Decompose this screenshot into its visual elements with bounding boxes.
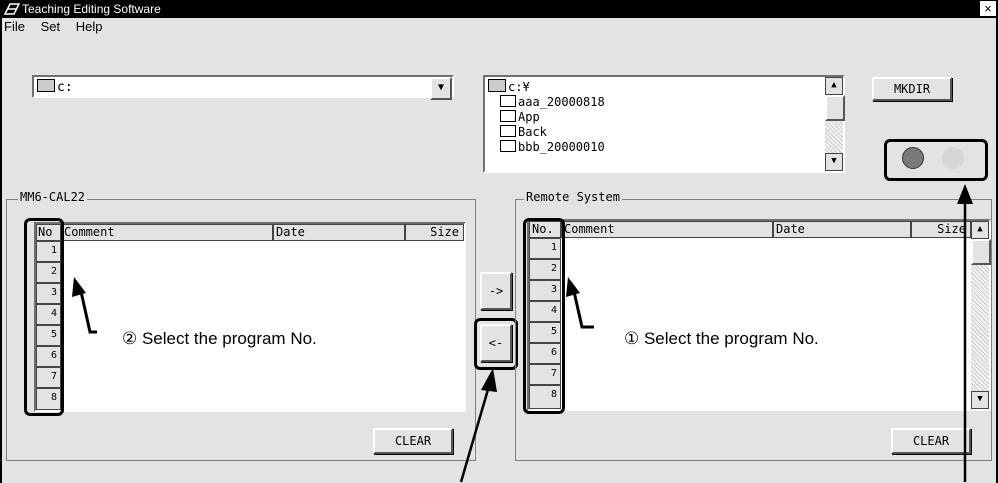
folder-icon [500,125,516,137]
col-header-comment[interactable]: Comment [61,224,273,241]
close-button[interactable]: × [980,1,996,16]
pointer-arrow-icon [566,277,594,329]
dir-scrollbar[interactable]: ▲ ▼ [825,77,845,171]
menu-bar: File Set Help [4,19,114,37]
folder-icon [500,95,516,107]
col-header-comment[interactable]: Comment [561,221,773,238]
dir-item[interactable]: aaa_20000818 [488,95,605,110]
indicator-callout [884,139,988,181]
dropdown-arrow-icon[interactable]: ▼ [430,77,452,100]
annotation-arrow-icon [957,184,973,482]
menu-file[interactable]: File [4,19,25,34]
folder-icon [500,110,516,122]
title-bar: Teaching Editing Software × [0,0,998,18]
col-header-date[interactable]: Date [773,221,911,238]
status-led-2 [942,147,964,169]
instruction-select-local: ② Select the program No. [122,329,317,348]
col-header-size[interactable]: Size [405,224,464,241]
drive-icon [488,79,506,92]
menu-help[interactable]: Help [76,19,103,34]
mkdir-button[interactable]: MKDIR [872,77,952,101]
drive-icon [37,79,55,92]
scroll-thumb[interactable] [825,95,845,121]
dir-item[interactable]: bbb_20000010 [488,140,605,155]
scroll-up-icon[interactable]: ▲ [825,77,843,95]
app-icon [4,3,20,15]
transfer-to-local-button[interactable]: <- [480,324,512,362]
clear-local-button[interactable]: CLEAR [373,428,453,454]
drive-select[interactable]: c: ▼ [32,75,454,100]
local-group-title: MM6-CAL22 [18,190,88,204]
col-header-date[interactable]: Date [273,224,405,241]
menu-set[interactable]: Set [41,19,61,34]
window-title: Teaching Editing Software [22,2,161,16]
scroll-down-icon[interactable]: ▼ [825,153,843,171]
pointer-arrow-icon [72,277,97,334]
no-column-callout-left [24,218,64,416]
dir-item-root[interactable]: c:¥ [488,79,605,95]
dir-item[interactable]: App [488,110,605,125]
directory-list[interactable]: c:¥ aaa_20000818 App Back bbb_20000010 ▲… [483,75,845,173]
status-led-1 [902,147,924,169]
folder-icon [500,140,516,152]
annotation-arrow-icon [459,368,497,483]
remote-group-title: Remote System [524,190,622,204]
instruction-select-remote: ① Select the program No. [624,329,819,348]
dir-item[interactable]: Back [488,125,605,140]
drive-value: c: [57,80,73,95]
transfer-to-remote-button[interactable]: -> [480,272,512,310]
